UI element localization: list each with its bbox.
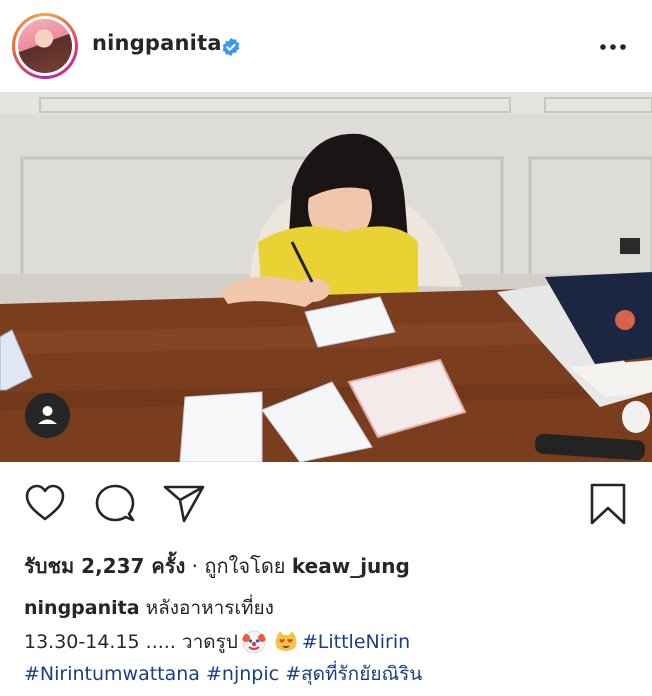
- views-count: 2,237: [81, 554, 145, 578]
- liked-by-user[interactable]: keaw_jung: [292, 554, 410, 578]
- clown-emoji: [241, 630, 266, 654]
- caption-hashtags[interactable]: #Nirintumwattana #njnpic #สุดที่รักยัยณิ…: [24, 659, 422, 689]
- liked-by-label: · ถูกใจโดย: [185, 554, 292, 578]
- avatar-frame: [15, 16, 75, 76]
- post-photo[interactable]: [0, 92, 652, 462]
- post-header: ningpanita: [0, 0, 652, 92]
- verified-badge-icon: [222, 37, 240, 57]
- caption-time-text: 13.30-14.15 ..... วาดรูป: [24, 631, 238, 653]
- username-link[interactable]: ningpanita: [92, 31, 222, 55]
- views-suffix: ครั้ง: [144, 554, 186, 578]
- bookmark-icon[interactable]: [589, 482, 627, 526]
- heart-icon[interactable]: [24, 484, 66, 522]
- views-prefix: รับชม: [24, 554, 82, 578]
- user-tag-icon[interactable]: [25, 393, 70, 438]
- caption-line-2: 13.30-14.15 ..... วาดรูป #LittleNirin: [24, 627, 410, 657]
- comment-icon[interactable]: [95, 484, 135, 524]
- caption-username[interactable]: ningpanita: [24, 597, 140, 619]
- caption-text: หลังอาหารเที่ยง: [139, 597, 274, 619]
- more-options-icon[interactable]: [599, 43, 627, 51]
- heart-eyes-cat-emoji: [275, 631, 297, 651]
- avatar[interactable]: [12, 13, 78, 79]
- photo-scene: [0, 92, 652, 462]
- action-bar: [0, 462, 652, 544]
- avatar-image: [18, 19, 72, 73]
- hashtag-link[interactable]: #LittleNirin: [302, 631, 410, 653]
- send-icon[interactable]: [163, 484, 205, 524]
- view-count[interactable]: รับชม 2,237 ครั้ง · ถูกใจโดย keaw_jung: [24, 550, 410, 582]
- caption-line-1: ningpanita หลังอาหารเที่ยง: [24, 593, 274, 623]
